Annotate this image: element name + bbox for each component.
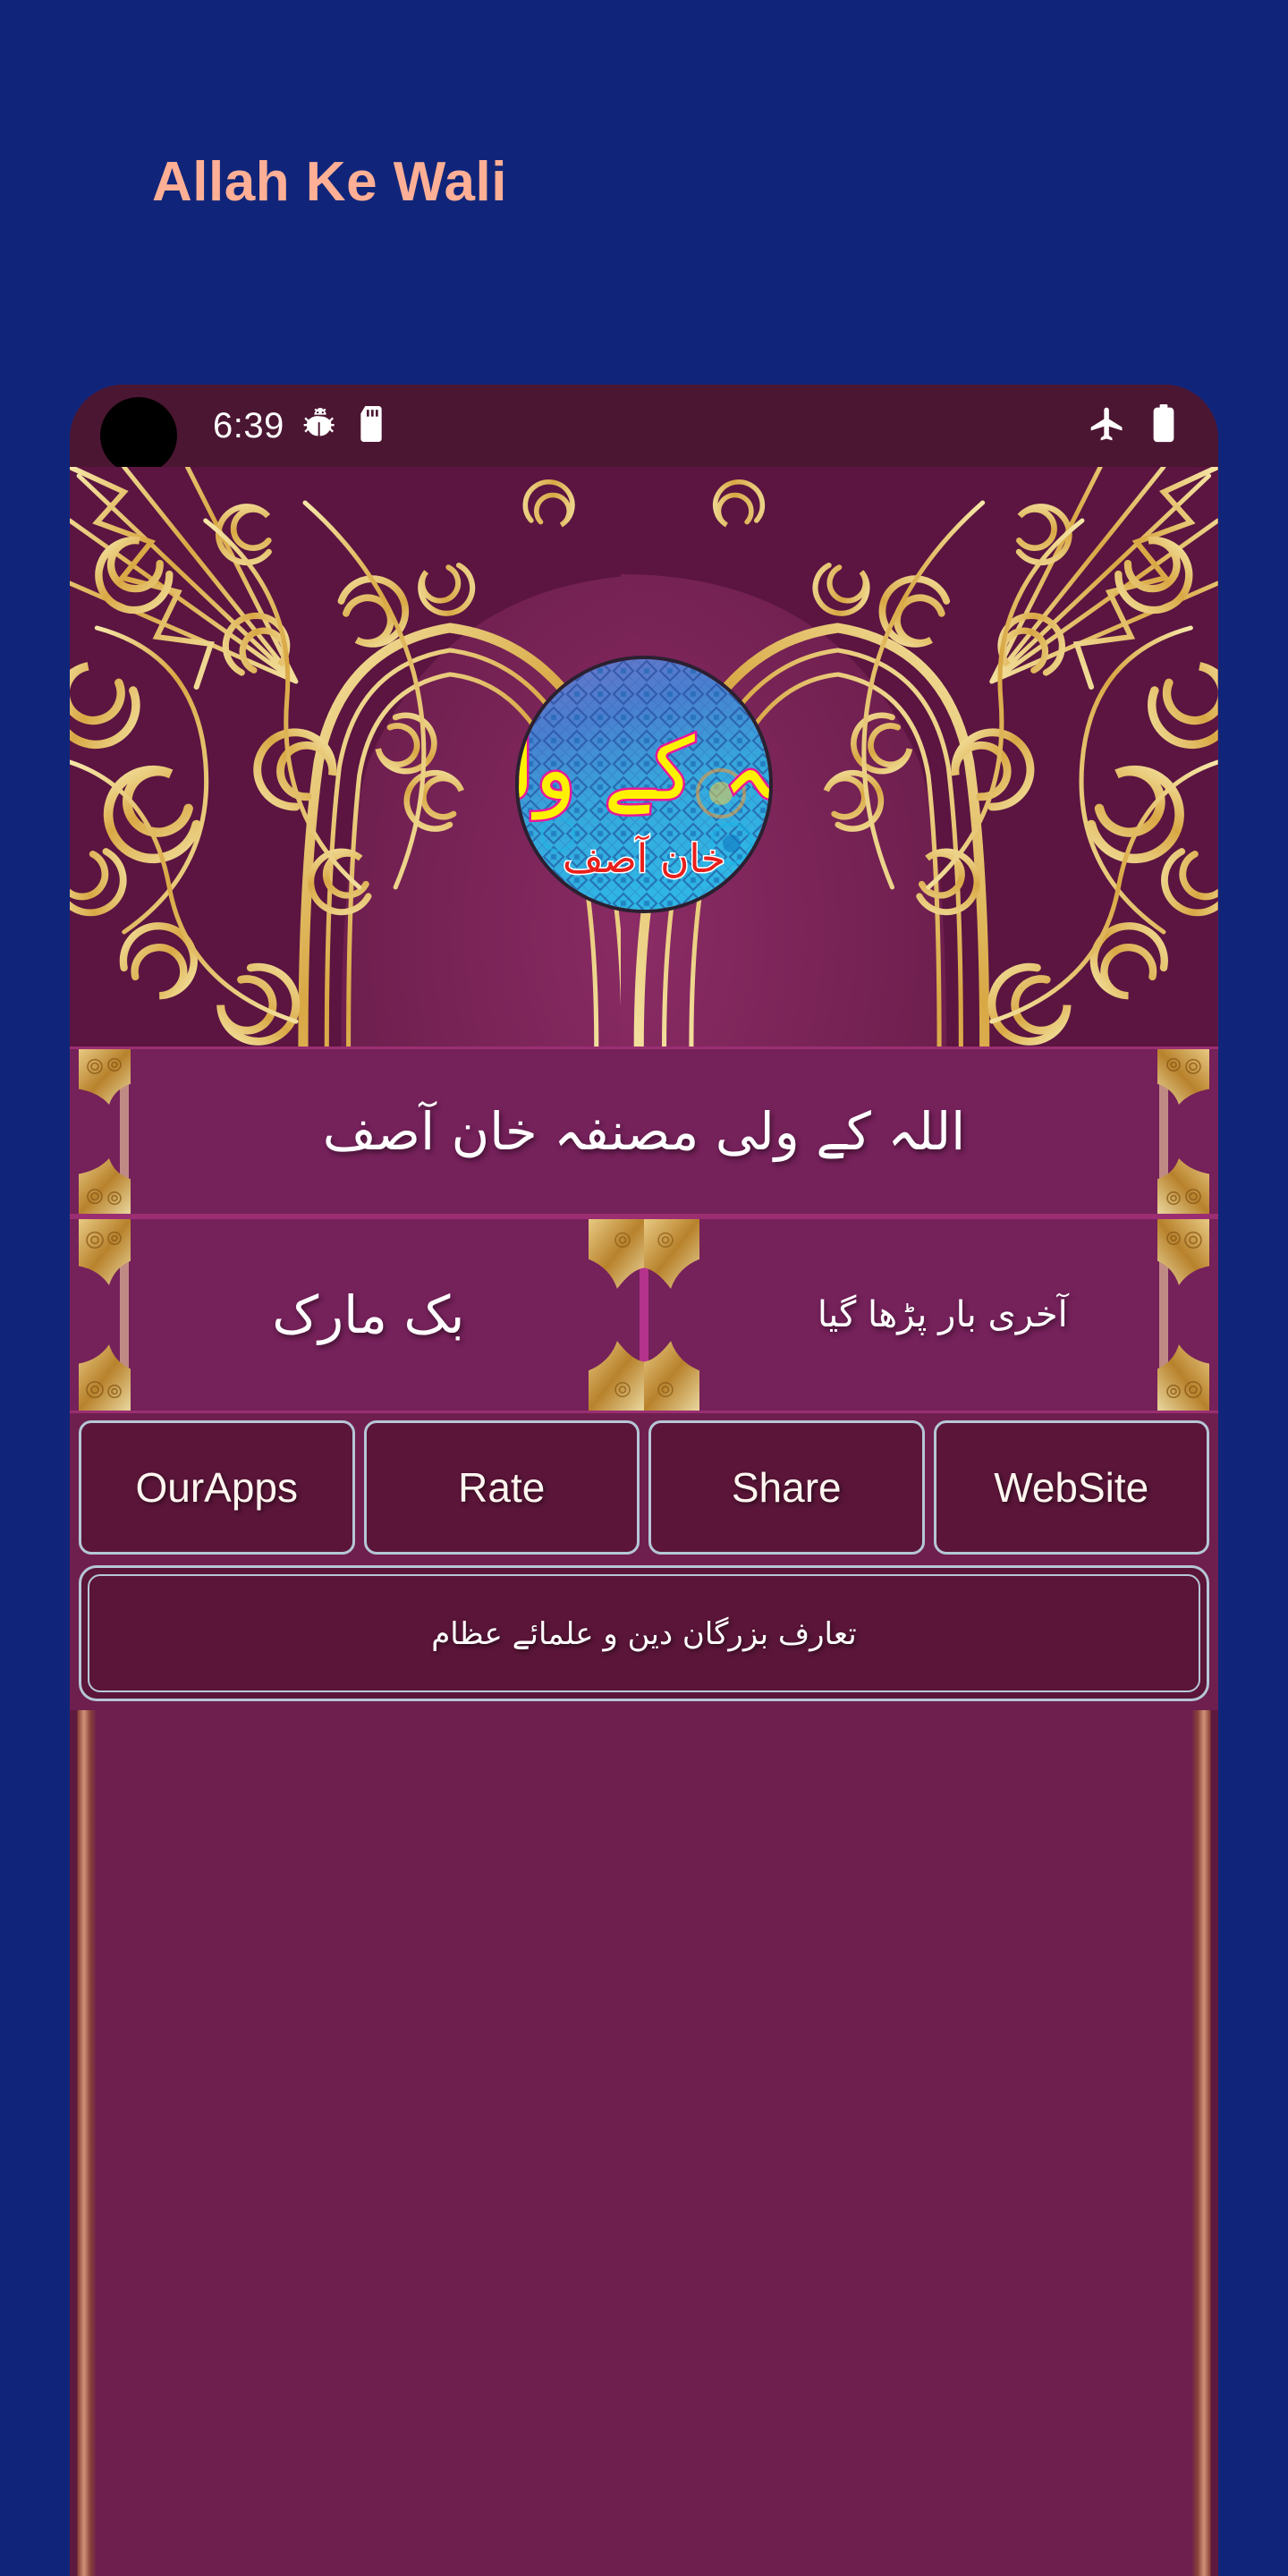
camera-punch-hole: [100, 397, 177, 474]
book-title-bar[interactable]: اللہ کے ولی مصنفہ خان آصف: [70, 1046, 1218, 1216]
sd-card-icon: [356, 405, 386, 446]
bookmark-bar[interactable]: بک مارک آخری بار پڑھا گیا: [70, 1216, 1218, 1413]
logo-author-urdu: خان آصف: [561, 836, 726, 882]
book-title-text: اللہ کے ولی مصنفہ خان آصف: [322, 1101, 966, 1162]
share-button[interactable]: Share: [648, 1420, 925, 1555]
app-logo: اللہ کے ولی خان آصف: [519, 659, 769, 910]
gold-center-divider-motif: [589, 1219, 699, 1411]
status-bar: 6:39: [70, 385, 1218, 474]
scholars-intro-button[interactable]: تعارف بزرگان دین و علمائے عظام: [79, 1565, 1209, 1701]
page-title: Allah Ke Wali: [152, 151, 507, 213]
website-button-label: WebSite: [994, 1464, 1149, 1511]
gold-corner-motif-right: [1157, 1219, 1209, 1411]
scholars-intro-button-wrapper: تعارف بزرگان دین و علمائے عظام: [70, 1560, 1218, 1710]
status-bar-clock: 6:39: [213, 405, 284, 445]
android-debug-icon: [302, 406, 338, 446]
gold-corner-motif-left: [79, 1219, 131, 1411]
status-bar-right-group: [1088, 403, 1177, 448]
action-button-row: OurApps Rate Share WebSite: [70, 1413, 1218, 1560]
last-read-label[interactable]: آخری بار پڑھا گیا: [818, 1294, 1068, 1335]
our-apps-button-label: OurApps: [135, 1464, 299, 1511]
status-bar-left-group: 6:39: [213, 405, 386, 446]
app-header-banner: اللہ کے ولی خان آصف: [70, 467, 1218, 1046]
rate-button-label: Rate: [458, 1464, 546, 1511]
our-apps-button[interactable]: OurApps: [79, 1420, 355, 1555]
share-button-label: Share: [731, 1464, 842, 1511]
gold-corner-motif-left: [79, 1049, 131, 1214]
scholars-intro-button-label: تعارف بزرگان دین و علمائے عظام: [431, 1615, 857, 1652]
rate-button[interactable]: Rate: [363, 1420, 640, 1555]
phone-screenshot-frame: 6:39 ہ کے و خان آصف اللہ کے ولی مصنفہ خا…: [70, 385, 1218, 2576]
gold-corner-motif-right: [1157, 1049, 1209, 1214]
airplane-mode-icon: [1088, 404, 1127, 448]
logo-title-urdu: اللہ کے ولی: [519, 719, 769, 820]
website-button[interactable]: WebSite: [933, 1420, 1209, 1555]
scholars-intro-button-inner: تعارف بزرگان دین و علمائے عظام: [88, 1574, 1200, 1692]
content-panel: [70, 1710, 1218, 2576]
battery-full-icon: [1150, 403, 1177, 448]
bookmark-label[interactable]: بک مارک: [272, 1284, 464, 1345]
